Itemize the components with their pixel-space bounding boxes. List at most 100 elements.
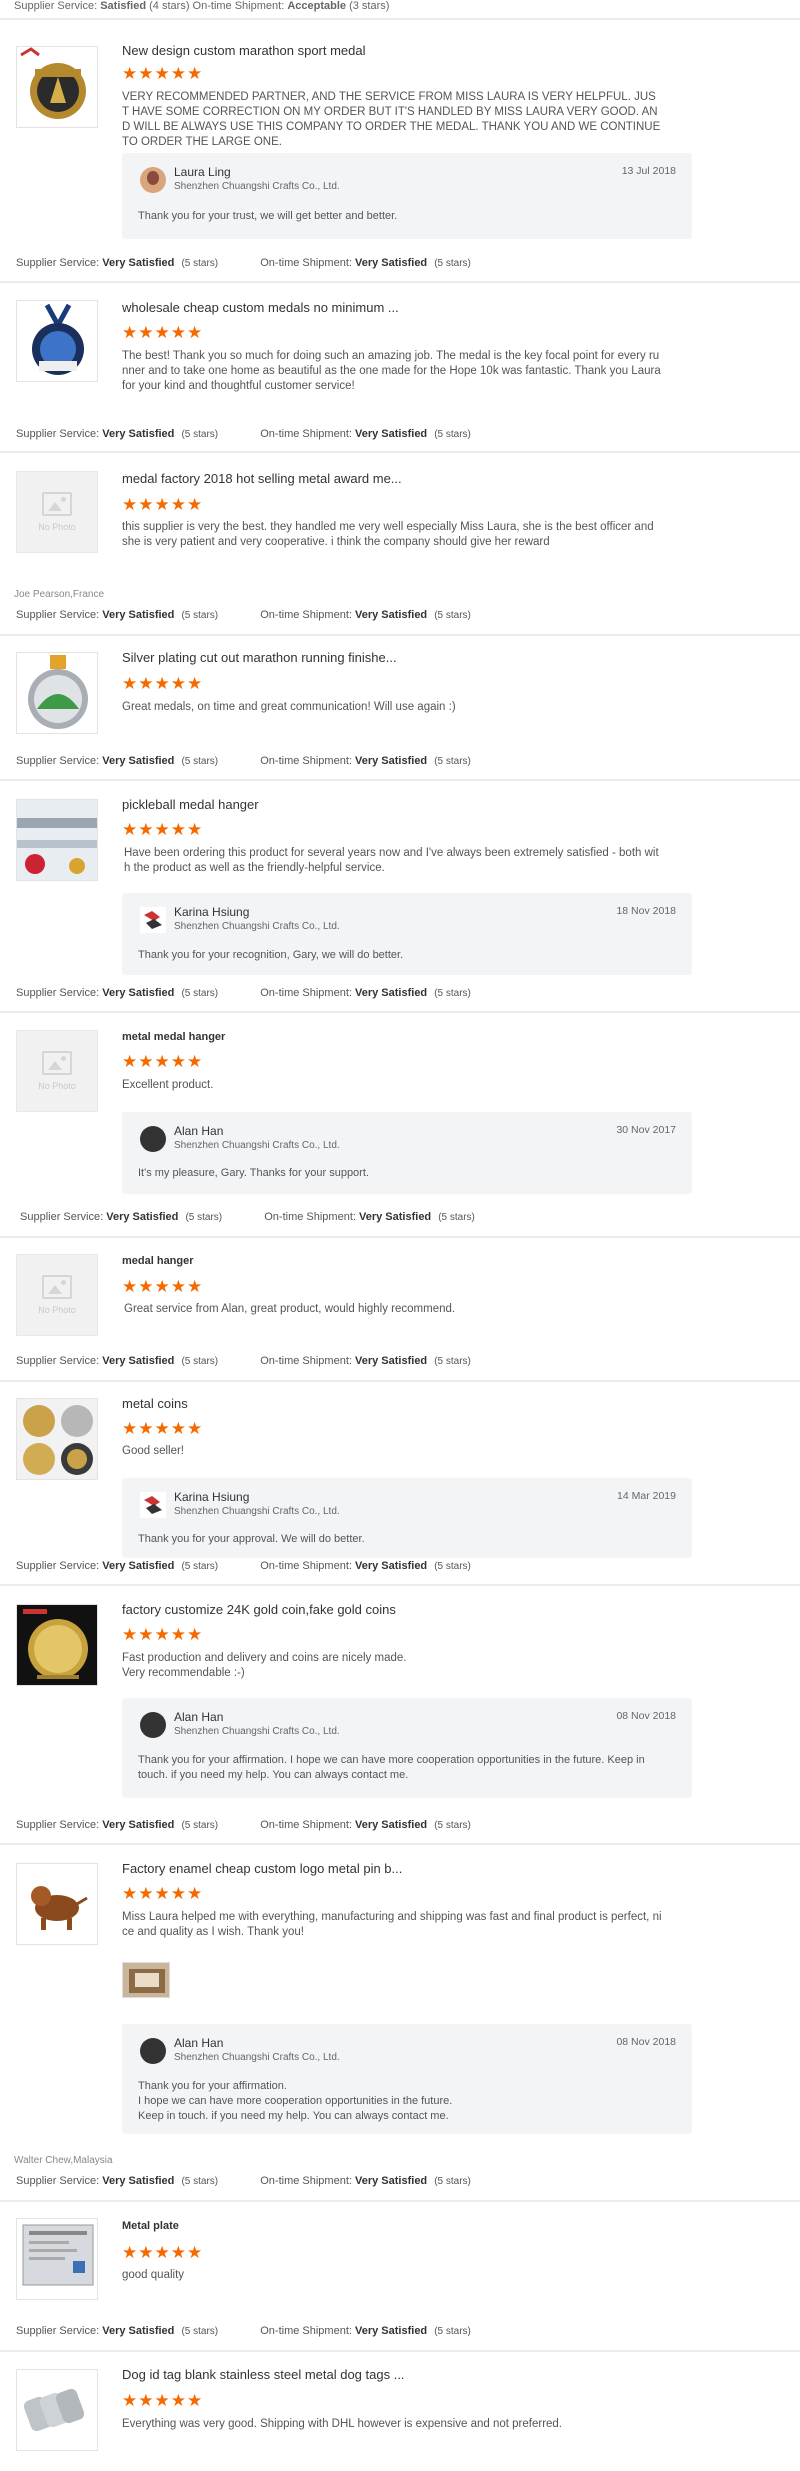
reply-date: 30 Nov 2017 (616, 1124, 676, 1136)
reply-date: 08 Nov 2018 (616, 2036, 676, 2048)
reply-text: It's my pleasure, Gary. Thanks for your … (138, 1167, 369, 1179)
divider (0, 2350, 800, 2352)
reply-company: Shenzhen Chuangshi Crafts Co., Ltd. (174, 1726, 340, 1737)
ontime-shipment-count: (3 stars) (349, 0, 390, 12)
reply-date: 14 Mar 2019 (617, 1490, 676, 1502)
reply-author-name: Alan Han (174, 2036, 224, 2050)
no-photo-label: No Photo (38, 1305, 76, 1315)
star-rating: ★★★★★ (122, 2391, 204, 2410)
review-product-title[interactable]: metal coins (122, 1396, 188, 1411)
image-placeholder-icon (42, 1275, 72, 1299)
review-product-title[interactable]: pickleball medal hanger (122, 797, 259, 812)
supplier-service-label: Supplier Service: (16, 1355, 100, 1367)
product-thumbnail[interactable] (16, 652, 98, 734)
review-product-title[interactable]: factory customize 24K gold coin,fake gol… (122, 1602, 396, 1617)
supplier-service-label: Supplier Service: (16, 2325, 100, 2337)
review-attachment-image[interactable] (122, 1962, 170, 1998)
reply-date: 18 Nov 2018 (616, 905, 676, 917)
review-product-title[interactable]: Silver plating cut out marathon running … (122, 650, 397, 665)
divider (0, 779, 800, 781)
review-product-title[interactable]: medal factory 2018 hot selling metal awa… (122, 471, 402, 486)
top-rating-row: Supplier Service: Satisfied (4 stars) On… (14, 0, 389, 16)
avatar (140, 167, 166, 193)
product-thumbnail[interactable]: No Photo (16, 1030, 98, 1112)
supplier-service-count: (5 stars) (181, 610, 219, 621)
review-product-title[interactable]: New design custom marathon sport medal (122, 43, 366, 58)
ontime-shipment-value: Very Satisfied (355, 987, 428, 999)
reply-date: 13 Jul 2018 (621, 165, 676, 177)
review-text: Good seller! (122, 1445, 185, 1457)
supplier-service-value: Very Satisfied (102, 987, 175, 999)
divider (0, 1843, 800, 1845)
rating-row: Supplier Service: Very Satisfied (5 star… (16, 609, 471, 621)
dog-tags-image (17, 2370, 97, 2450)
avatar (140, 2038, 166, 2064)
ontime-shipment-value: Very Satisfied (355, 2175, 428, 2187)
image-placeholder-icon (42, 1051, 72, 1075)
supplier-service-count: (5 stars) (181, 429, 219, 440)
product-thumbnail[interactable] (16, 46, 98, 128)
reply-company: Shenzhen Chuangshi Crafts Co., Ltd. (174, 921, 340, 932)
product-thumbnail[interactable] (16, 2218, 98, 2300)
product-thumbnail[interactable] (16, 2369, 98, 2451)
review-text: Fast production and delivery and coins a… (122, 1652, 407, 1679)
supplier-service-label: Supplier Service: (16, 2175, 100, 2187)
rating-row: Supplier Service: Very Satisfied (5 star… (16, 2175, 471, 2187)
product-thumbnail[interactable]: No Photo (16, 1254, 98, 1336)
product-thumbnail[interactable] (16, 1863, 98, 1945)
review-product-title[interactable]: metal medal hanger (122, 1031, 225, 1043)
supplier-service-value: Very Satisfied (102, 2175, 175, 2187)
reply-text: Thank you for your recognition, Gary, we… (138, 949, 404, 961)
review-product-title[interactable]: medal hanger (122, 1255, 194, 1267)
product-thumbnail[interactable] (16, 1398, 98, 1480)
product-thumbnail[interactable] (16, 300, 98, 382)
rating-row: Supplier Service: Very Satisfied (5 star… (16, 1560, 471, 1572)
supplier-reply: Laura Ling Shenzhen Chuangshi Crafts Co.… (122, 153, 692, 239)
pin-badge-image (17, 1864, 97, 1944)
ontime-shipment-value: Very Satisfied (355, 257, 428, 269)
gold-coin-image (17, 1605, 97, 1685)
review-product-title[interactable]: wholesale cheap custom medals no minimum… (122, 300, 399, 315)
review-text: Miss Laura helped me with everything, ma… (122, 1911, 662, 1938)
ontime-shipment-label: On-time Shipment: (192, 0, 285, 12)
ontime-shipment-count: (5 stars) (434, 756, 471, 767)
ontime-shipment-label: On-time Shipment: (260, 755, 352, 767)
supplier-service-value: Very Satisfied (106, 1211, 179, 1223)
ontime-shipment-label: On-time Shipment: (260, 1355, 352, 1367)
supplier-service-label: Supplier Service: (16, 755, 100, 767)
avatar (140, 1126, 166, 1152)
product-thumbnail[interactable] (16, 799, 98, 881)
star-rating: ★★★★★ (122, 1052, 204, 1071)
rating-row: Supplier Service: Very Satisfied (5 star… (16, 428, 471, 440)
supplier-service-label: Supplier Service: (16, 1819, 100, 1831)
reply-author-name: Karina Hsiung (174, 905, 250, 919)
divider (0, 2200, 800, 2202)
ontime-shipment-value: Acceptable (287, 0, 347, 12)
supplier-service-label: Supplier Service: (14, 0, 98, 12)
ontime-shipment-label: On-time Shipment: (260, 609, 352, 621)
ontime-shipment-value: Very Satisfied (355, 609, 428, 621)
medal-image (17, 301, 97, 381)
star-rating: ★★★★★ (122, 2243, 204, 2262)
supplier-service-value: Very Satisfied (102, 428, 175, 440)
supplier-service-count: (5 stars) (181, 2326, 219, 2337)
review-product-title[interactable]: Dog id tag blank stainless steel metal d… (122, 2367, 405, 2382)
ontime-shipment-label: On-time Shipment: (264, 1211, 356, 1223)
product-thumbnail[interactable]: No Photo (16, 471, 98, 553)
reply-text: Thank you for your affirmation. I hope w… (138, 2080, 453, 2122)
review-product-title[interactable]: Metal plate (122, 2220, 179, 2232)
supplier-service-value: Very Satisfied (102, 1819, 175, 1831)
ontime-shipment-value: Very Satisfied (355, 1560, 428, 1572)
supplier-reply: Alan Han Shenzhen Chuangshi Crafts Co., … (122, 2024, 692, 2134)
supplier-reply: Karina Hsiung Shenzhen Chuangshi Crafts … (122, 893, 692, 975)
review-product-title[interactable]: Factory enamel cheap custom logo metal p… (122, 1861, 402, 1876)
review-text: this supplier is very the best. they han… (122, 521, 654, 548)
supplier-service-label: Supplier Service: (16, 1560, 100, 1572)
supplier-service-count: (5 stars) (181, 258, 219, 269)
divider (0, 451, 800, 453)
ontime-shipment-label: On-time Shipment: (260, 257, 352, 269)
review-text: good quality (122, 2269, 185, 2281)
rating-row: Supplier Service: Very Satisfied (5 star… (16, 1355, 471, 1367)
divider (0, 1236, 800, 1238)
product-thumbnail[interactable] (16, 1604, 98, 1686)
